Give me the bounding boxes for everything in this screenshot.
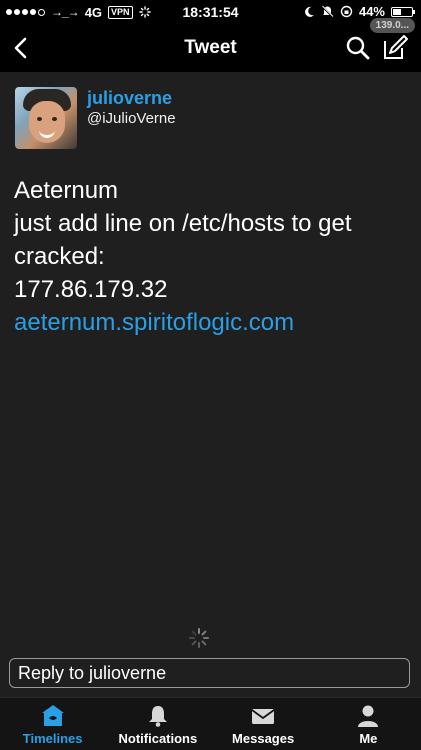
status-bar: →_→ 4G VPN 18:31:54 44% [0, 0, 421, 24]
tab-label: Timelines [22, 731, 83, 746]
tweet-line: 177.86.179.32 [14, 276, 168, 303]
counter-badge: 139.0... [369, 18, 415, 33]
avatar-eye [52, 117, 57, 121]
tab-me[interactable]: Me [316, 698, 421, 750]
tab-messages[interactable]: Messages [211, 698, 316, 750]
avatar-eye [37, 117, 42, 121]
author-names: julioverne @iJulioVerne [87, 87, 176, 149]
house-icon [41, 705, 64, 726]
rotation-lock-icon [340, 5, 353, 18]
tweet-link[interactable]: aeternum.spiritoflogic.com [14, 306, 407, 339]
tab-label: Notifications [118, 731, 198, 746]
avatar[interactable] [15, 87, 77, 149]
loading-spinner-icon [189, 628, 209, 648]
tweet-line: Aeternum [14, 177, 119, 204]
tab-label: Me [359, 731, 378, 746]
tweet-line: cracked: [14, 243, 105, 270]
status-right: 44% [303, 4, 415, 19]
tweet-author[interactable]: julioverne @iJulioVerne [15, 87, 176, 149]
battery-percent: 44% [358, 4, 385, 19]
envelope-icon [251, 709, 275, 724]
reply-input[interactable] [10, 659, 409, 687]
tweet-line: just add line on /etc/hosts to get [14, 210, 352, 237]
tab-timelines[interactable]: Timelines [0, 698, 105, 750]
battery-icon [391, 6, 415, 17]
navigation-bar: Tweet 139.0... [0, 18, 421, 72]
tweet-text: Aeternum just add line on /etc/hosts to … [14, 174, 407, 339]
battery-fill [393, 8, 401, 15]
reply-box[interactable] [9, 658, 410, 688]
author-handle: @iJulioVerne [87, 110, 176, 127]
mute-bell-icon [321, 5, 334, 18]
tweet-detail-screen: →_→ 4G VPN 18:31:54 44% Tweet 139.0... j… [0, 0, 421, 750]
tab-bar: Timelines Notifications Messages Me [0, 697, 421, 750]
tab-notifications[interactable]: Notifications [105, 698, 210, 750]
author-name[interactable]: julioverne [87, 87, 176, 109]
compose-icon[interactable] [381, 34, 409, 62]
tab-label: Messages [232, 731, 295, 746]
search-icon[interactable] [345, 35, 371, 61]
moon-icon [305, 6, 314, 17]
person-icon [358, 705, 379, 727]
bell-icon [148, 706, 167, 727]
